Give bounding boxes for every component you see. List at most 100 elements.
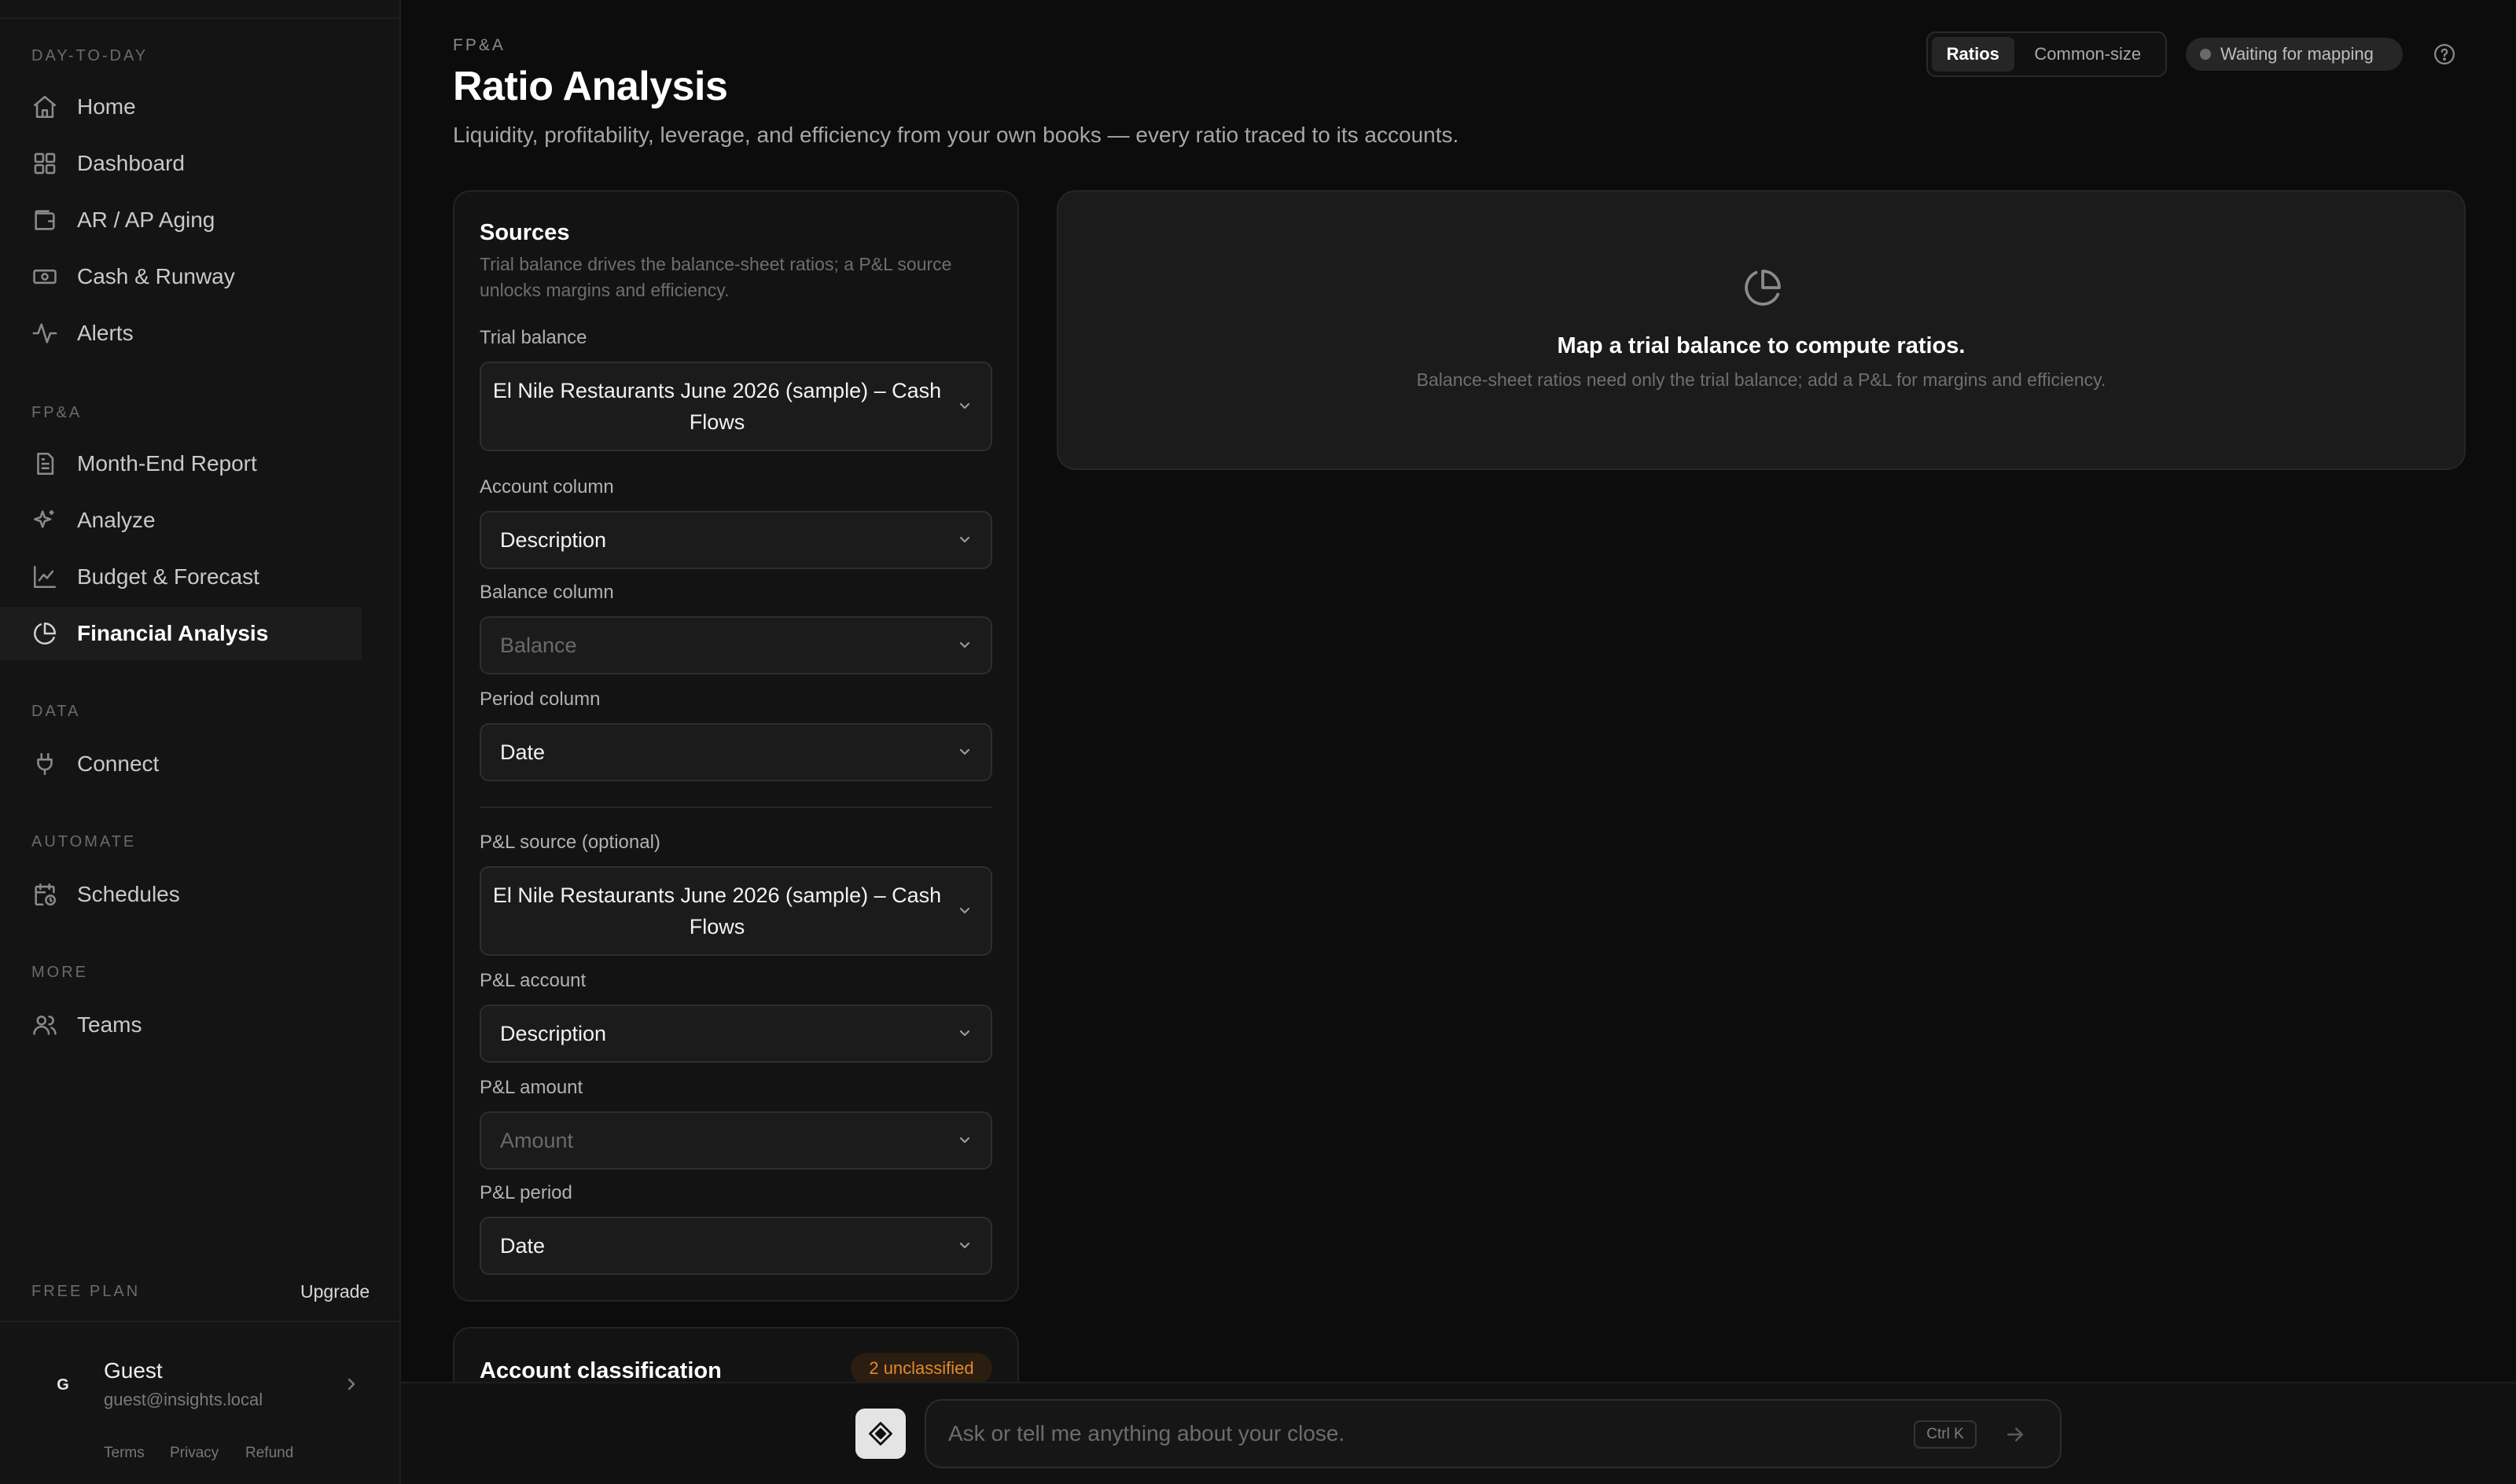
user-email: guest@insights.local: [104, 1390, 263, 1409]
pl-source-select[interactable]: El Nile Restaurants June 2026 (sample) –…: [480, 866, 992, 956]
users-icon: [31, 1012, 58, 1038]
avatar[interactable]: G: [46, 1368, 80, 1402]
sidebar-section-fpa: FP&A: [31, 404, 83, 421]
sidebar-item-label: AR / AP Aging: [77, 208, 215, 232]
pl-amount-select[interactable]: Amount: [480, 1111, 992, 1170]
line-chart-icon: [31, 564, 58, 590]
pl-amount-label: P&L amount: [480, 1077, 583, 1098]
sidebar-section-data: DATA: [31, 703, 81, 720]
sidebar-item-analyze[interactable]: Analyze: [0, 494, 362, 547]
sidebar-section-automate: AUTOMATE: [31, 833, 137, 850]
upgrade-link[interactable]: Upgrade: [300, 1281, 370, 1302]
pl-account-label: P&L account: [480, 970, 587, 991]
select-value: Date: [500, 1233, 546, 1258]
sidebar-item-label: Schedules: [77, 882, 180, 906]
balance-column-select[interactable]: Balance: [480, 616, 992, 674]
chat-input[interactable]: [948, 1401, 1876, 1467]
status-text: Waiting for mapping: [2220, 44, 2374, 64]
status-badge: Waiting for mapping: [2186, 38, 2403, 71]
grid-icon: [31, 150, 58, 177]
sources-card: Sources Trial balance drives the balance…: [453, 190, 1019, 1302]
sidebar-item-home[interactable]: Home: [0, 80, 362, 134]
period-column-select[interactable]: Date: [480, 723, 992, 781]
chevron-down-icon: [959, 536, 970, 543]
trial-balance-select[interactable]: El Nile Restaurants June 2026 (sample) –…: [480, 362, 992, 451]
tab-ratios[interactable]: Ratios: [1932, 37, 2014, 72]
pl-account-select[interactable]: Description: [480, 1005, 992, 1063]
sidebar-section-day-to-day: DAY-TO-DAY: [31, 47, 149, 64]
help-icon[interactable]: [2433, 42, 2456, 66]
chevron-down-icon: [959, 907, 970, 914]
sidebar-item-label: Home: [77, 94, 136, 119]
sources-title: Sources: [480, 220, 570, 245]
sidebar-section-more: MORE: [31, 964, 88, 981]
sidebar-item-cash-runway[interactable]: Cash & Runway: [0, 250, 362, 303]
chevron-down-icon: [959, 1137, 970, 1144]
empty-state-title: Map a trial balance to compute ratios.: [1557, 333, 1966, 358]
sidebar-item-label: Cash & Runway: [77, 264, 235, 288]
select-placeholder: Amount: [500, 1128, 574, 1152]
select-value: El Nile Restaurants June 2026 (sample) –…: [492, 883, 942, 939]
sidebar-divider: [0, 17, 399, 19]
sidebar-item-month-end-report[interactable]: Month-End Report: [0, 437, 362, 490]
user-name[interactable]: Guest: [104, 1358, 163, 1383]
assistant-logo-icon[interactable]: [855, 1409, 906, 1459]
page-subtitle: Liquidity, profitability, leverage, and …: [453, 123, 1459, 147]
select-value: El Nile Restaurants June 2026 (sample) –…: [492, 379, 942, 434]
status-dot-icon: [2200, 49, 2211, 60]
period-column-label: Period column: [480, 689, 601, 710]
chevron-down-icon: [959, 1030, 970, 1037]
wallet-icon: [31, 207, 58, 233]
sidebar-item-schedules[interactable]: Schedules: [0, 868, 362, 921]
pl-source-label: P&L source (optional): [480, 832, 660, 853]
send-arrow-icon[interactable]: [2003, 1423, 2027, 1446]
activity-icon: [31, 320, 58, 347]
account-column-label: Account column: [480, 476, 614, 498]
account-column-select[interactable]: Description: [480, 511, 992, 569]
empty-state-subtitle: Balance-sheet ratios need only the trial…: [1416, 369, 2106, 390]
sidebar-item-label: Financial Analysis: [77, 621, 269, 645]
plan-label: FREE PLAN: [31, 1283, 141, 1300]
chat-input-box: Ctrl K: [925, 1399, 2062, 1468]
sidebar-item-dashboard[interactable]: Dashboard: [0, 137, 362, 190]
sidebar-item-budget-forecast[interactable]: Budget & Forecast: [0, 550, 362, 604]
section-divider: [480, 806, 992, 808]
banknote-icon: [31, 263, 58, 290]
view-toggle: Ratios Common-size: [1926, 31, 2167, 77]
balance-column-label: Balance column: [480, 582, 614, 603]
sidebar-item-alerts[interactable]: Alerts: [0, 307, 362, 360]
pie-chart-icon: [31, 620, 58, 647]
page-title: Ratio Analysis: [453, 64, 728, 109]
sidebar-item-teams[interactable]: Teams: [0, 998, 362, 1052]
sidebar-item-label: Analyze: [77, 508, 156, 532]
classification-title: Account classification: [480, 1358, 722, 1383]
select-value: Description: [500, 527, 607, 552]
trial-balance-label: Trial balance: [480, 327, 587, 348]
refund-link[interactable]: Refund: [245, 1445, 293, 1462]
calendar-clock-icon: [31, 881, 58, 908]
chevron-down-icon: [959, 641, 970, 648]
pl-period-label: P&L period: [480, 1182, 572, 1203]
unclassified-badge: 2 unclassified: [851, 1353, 992, 1384]
sidebar-item-financial-analysis[interactable]: Financial Analysis: [0, 607, 362, 660]
sidebar-item-connect[interactable]: Connect: [0, 737, 362, 791]
privacy-link[interactable]: Privacy: [170, 1445, 219, 1462]
sidebar-item-ar-ap-aging[interactable]: AR / AP Aging: [0, 193, 362, 247]
breadcrumb: FP&A: [453, 36, 506, 54]
pie-chart-icon: [1745, 270, 1781, 306]
select-value: Date: [500, 740, 546, 764]
select-value: Description: [500, 1021, 607, 1045]
sources-description: Trial balance drives the balance-sheet r…: [480, 254, 952, 300]
home-icon: [31, 94, 58, 120]
pl-period-select[interactable]: Date: [480, 1217, 992, 1275]
chevron-down-icon: [959, 402, 970, 410]
tab-common-size[interactable]: Common-size: [2014, 37, 2161, 72]
select-placeholder: Balance: [500, 633, 577, 657]
sidebar-divider: [0, 1321, 399, 1322]
terms-link[interactable]: Terms: [104, 1445, 145, 1462]
sidebar-item-label: Month-End Report: [77, 451, 257, 476]
sidebar-item-label: Connect: [77, 751, 160, 776]
sidebar: DAY-TO-DAY Home Dashboard AR / AP Aging …: [0, 0, 401, 1484]
chevron-right-icon[interactable]: [343, 1372, 360, 1396]
sidebar-item-label: Alerts: [77, 321, 134, 345]
